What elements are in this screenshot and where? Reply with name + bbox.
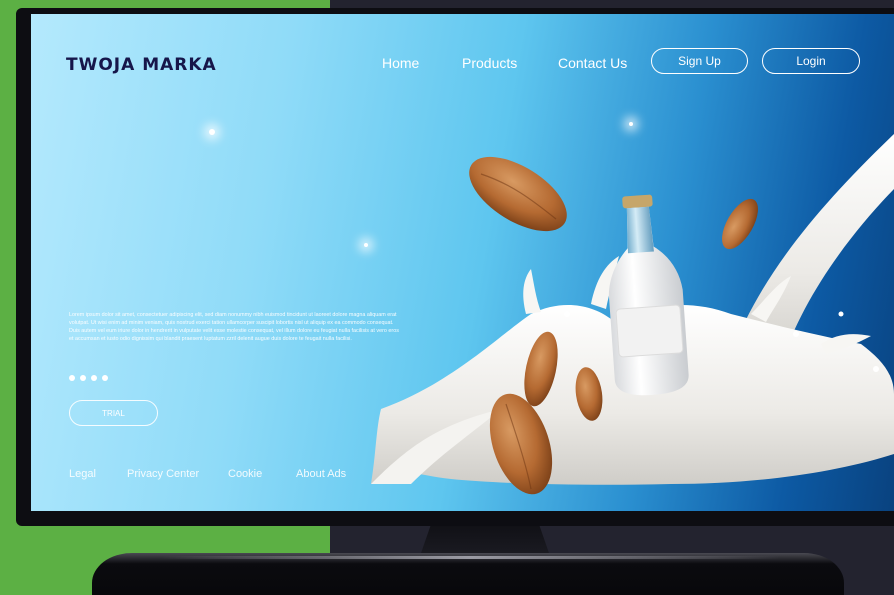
hero-body-text: Lorem ipsum dolor sit amet, consectetuer… [69,312,399,343]
carousel-dots [69,375,108,381]
signup-button[interactable]: Sign Up [651,48,748,74]
footer-privacy-link[interactable]: Privacy Center [127,468,199,480]
footer-cookie-link[interactable]: Cookie [228,468,262,480]
carousel-dot[interactable] [80,375,86,381]
carousel-dot[interactable] [102,375,108,381]
monitor-screen: TWOJA MARKA Home Products Contact Us Sig… [31,14,894,511]
monitor-stand-neck [420,526,550,556]
nav-contact-link[interactable]: Contact Us [558,55,627,71]
monitor-stand-base [92,553,844,595]
brand-logo[interactable]: TWOJA MARKA [66,55,217,75]
almond-icon [469,156,567,232]
hero-illustration [371,134,894,495]
trial-button[interactable]: TRIAL [69,400,158,426]
almond-icon [722,198,758,250]
login-button[interactable]: Login [762,48,860,74]
footer-about-ads-link[interactable]: About Ads [296,468,346,480]
carousel-dot[interactable] [91,375,97,381]
nav-products-link[interactable]: Products [462,55,517,71]
nav-home-link[interactable]: Home [382,55,419,71]
carousel-dot[interactable] [69,375,75,381]
monitor-stand-highlight [160,556,780,559]
footer-legal-link[interactable]: Legal [69,468,96,480]
